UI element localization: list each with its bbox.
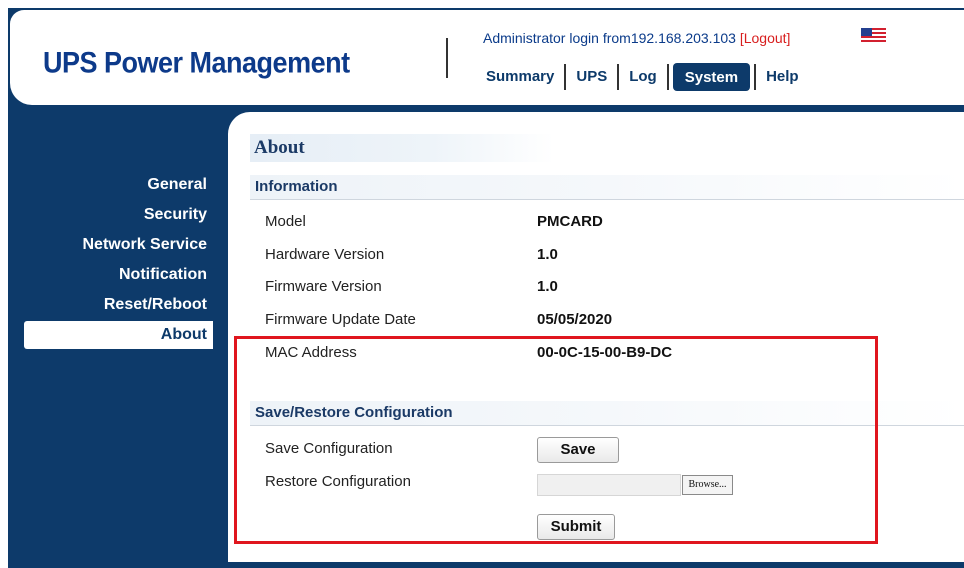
- tab-help[interactable]: Help: [756, 64, 809, 90]
- info-label-hardware-version: Hardware Version: [265, 246, 385, 263]
- us-flag-icon[interactable]: [861, 28, 886, 42]
- sidebar-item-about[interactable]: About: [24, 321, 213, 349]
- info-value-model: PMCARD: [537, 213, 603, 230]
- sidebar: General Security Network Service Notific…: [8, 170, 213, 349]
- tab-system[interactable]: System: [672, 63, 751, 91]
- nav-separator: [666, 64, 669, 90]
- sidebar-item-security[interactable]: Security: [8, 200, 213, 230]
- highlight-box: [234, 336, 878, 544]
- login-ip: 192.168.203.103: [630, 30, 736, 46]
- tab-ups[interactable]: UPS: [566, 64, 617, 90]
- sidebar-item-reset-reboot[interactable]: Reset/Reboot: [8, 290, 213, 320]
- sidebar-item-network-service[interactable]: Network Service: [8, 230, 213, 260]
- info-value-hardware-version: 1.0: [537, 246, 558, 263]
- info-value-firmware-version: 1.0: [537, 278, 558, 295]
- logout-link[interactable]: [Logout]: [740, 30, 791, 46]
- login-prefix: Administrator login from: [483, 30, 631, 46]
- main-nav: Summary UPS Log System Help: [476, 62, 809, 92]
- sidebar-item-general[interactable]: General: [8, 170, 213, 200]
- brand-logo: UPS Power Management: [43, 46, 350, 80]
- info-label-firmware-update-date: Firmware Update Date: [265, 311, 416, 328]
- header-divider: [446, 38, 448, 78]
- info-value-firmware-update-date: 05/05/2020: [537, 311, 613, 328]
- info-label-model: Model: [265, 213, 306, 230]
- section-information-heading: Information: [250, 175, 964, 200]
- sidebar-item-notification[interactable]: Notification: [8, 260, 213, 290]
- tab-summary[interactable]: Summary: [476, 64, 564, 90]
- tab-log[interactable]: Log: [619, 64, 667, 90]
- info-label-firmware-version: Firmware Version: [265, 278, 382, 295]
- page-title: About: [250, 134, 554, 162]
- login-status: Administrator login from192.168.203.103 …: [483, 30, 790, 46]
